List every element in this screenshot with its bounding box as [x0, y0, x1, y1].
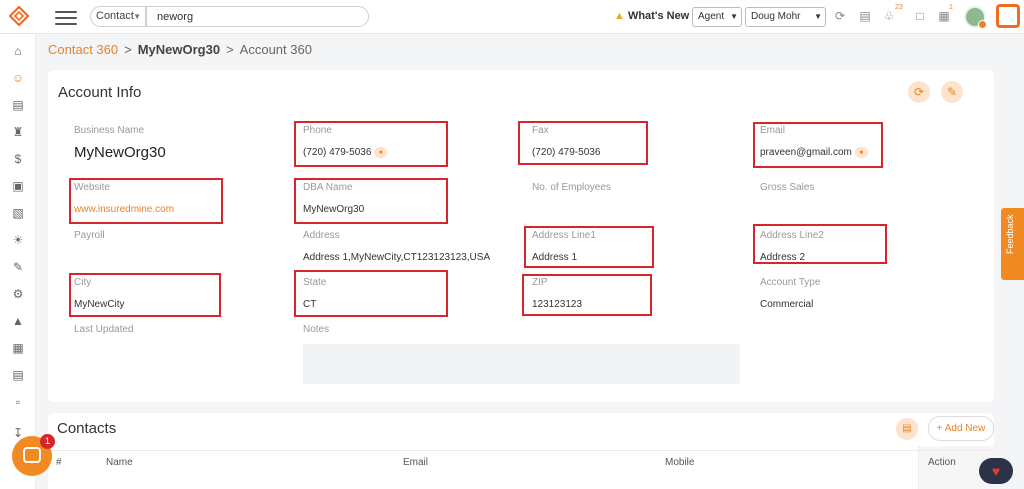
- file-icon[interactable]: ▧: [11, 206, 25, 220]
- breadcrumb-separator: >: [124, 42, 132, 57]
- highlight-city: [69, 273, 221, 317]
- building-icon[interactable]: ▦: [11, 341, 25, 355]
- notes-box: [303, 344, 740, 384]
- column-header-action: Action: [928, 457, 956, 468]
- add-new-button[interactable]: + Add New: [928, 416, 994, 441]
- sync-icon[interactable]: ⟳: [833, 9, 847, 23]
- gross-sales-label: Gross Sales: [760, 182, 815, 193]
- contacts-icon[interactable]: ☺: [11, 71, 25, 85]
- calendar-icon[interactable]: ▤: [896, 418, 918, 440]
- task-icon[interactable]: ▦: [937, 9, 951, 23]
- role-select[interactable]: Agent ▼: [692, 7, 742, 27]
- breadcrumb-separator: >: [226, 42, 234, 57]
- highlight-email: [753, 122, 883, 168]
- chat-badge: 1: [40, 434, 55, 449]
- bell-icon[interactable]: ♧: [882, 9, 896, 23]
- dollar-icon[interactable]: $: [11, 152, 25, 166]
- field-payroll: Payroll: [74, 230, 105, 252]
- contacts-section: Contacts ▤ + Add New # Name Email Mobile…: [48, 413, 994, 489]
- business-name-value: MyNewOrg30: [74, 144, 166, 161]
- column-header-email[interactable]: Email: [403, 457, 428, 468]
- user-select[interactable]: Doug Mohr ▼: [745, 7, 826, 27]
- account-type-value: Commercial: [760, 299, 814, 310]
- keyboard-icon[interactable]: ▫: [11, 395, 25, 409]
- logo-icon[interactable]: [9, 6, 29, 26]
- column-header-index: #: [56, 457, 62, 468]
- divider: [48, 450, 994, 451]
- edit-icon[interactable]: ✎: [941, 81, 963, 103]
- heart-icon[interactable]: ♥: [979, 458, 1013, 484]
- calendar-icon[interactable]: ▤: [858, 9, 872, 23]
- highlight-address-line2: [753, 224, 887, 264]
- column-header-mobile[interactable]: Mobile: [665, 457, 694, 468]
- no-of-employees-label: No. of Employees: [532, 182, 611, 193]
- search-context-label: Contact: [96, 10, 134, 22]
- address-label: Address: [303, 230, 340, 241]
- address-value: Address 1,MyNewCity,CT123123123,USA: [303, 252, 491, 263]
- breadcrumb: Contact 360 > MyNewOrg30 > Account 360: [48, 42, 312, 57]
- contacts-title: Contacts: [57, 420, 117, 437]
- search-input[interactable]: [146, 6, 369, 27]
- hierarchy-icon[interactable]: ▲: [11, 314, 25, 328]
- column-header-name[interactable]: Name: [106, 457, 133, 468]
- account-info-title: Account Info: [58, 84, 142, 101]
- menu-icon[interactable]: [55, 11, 77, 25]
- gear-icon[interactable]: ⚙: [11, 287, 25, 301]
- edit-doc-icon[interactable]: ✎: [11, 260, 25, 274]
- search-context-select[interactable]: Contact ▼: [90, 6, 146, 27]
- notification-count: 23: [895, 4, 903, 11]
- breadcrumb-contact360[interactable]: Contact 360: [48, 42, 118, 57]
- task-count: 1: [949, 4, 953, 11]
- highlight-website: [69, 178, 223, 224]
- top-bar: Contact ▼ ▲ What's New Agent ▼ Doug Mohr…: [0, 0, 1024, 34]
- field-business-name: Business Name MyNewOrg30: [74, 125, 166, 161]
- chevron-down-icon: ▼: [730, 12, 738, 21]
- bank-icon[interactable]: ♜: [11, 125, 25, 139]
- user-select-value: Doug Mohr: [751, 11, 801, 22]
- chevron-down-icon: ▼: [133, 12, 141, 21]
- document-icon[interactable]: ▤: [11, 98, 25, 112]
- whats-new-label: What's New: [627, 10, 690, 22]
- refresh-icon[interactable]: ⟳: [908, 81, 930, 103]
- sidebar: ⌂ ☺ ▤ ♜ $ ▣ ▧ ☀ ✎ ⚙ ▲ ▦ ▤ ▫ ↧: [0, 34, 36, 489]
- payroll-label: Payroll: [74, 230, 105, 241]
- feedback-label: Feedback: [1005, 214, 1015, 254]
- field-gross-sales: Gross Sales: [760, 182, 814, 204]
- chat-icon: [23, 447, 41, 463]
- chat-icon[interactable]: □: [913, 9, 927, 23]
- field-address: Address Address 1,MyNewCity,CT123123123,…: [303, 230, 490, 263]
- highlight-phone: [294, 121, 448, 167]
- account-type-label: Account Type: [760, 277, 821, 288]
- chevron-down-icon: ▼: [814, 12, 822, 21]
- highlight-address-line1: [524, 226, 654, 268]
- status-dot: [978, 20, 987, 29]
- notes-label: Notes: [303, 324, 330, 335]
- brand-logo-icon: [996, 4, 1020, 28]
- flame-icon: ▲: [614, 10, 625, 22]
- highlight-fax: [518, 121, 648, 165]
- highlight-zip: [522, 274, 652, 316]
- calendar-icon[interactable]: ▤: [11, 368, 25, 382]
- highlight-dba-name: [294, 178, 448, 224]
- report-icon[interactable]: ▣: [11, 179, 25, 193]
- field-last-updated: Last Updated: [74, 324, 134, 346]
- breadcrumb-account360: Account 360: [239, 42, 312, 57]
- whats-new-link[interactable]: ▲ What's New: [614, 10, 689, 22]
- field-notes: Notes: [303, 324, 329, 335]
- business-name-label: Business Name: [74, 125, 145, 136]
- home-icon[interactable]: ⌂: [11, 44, 25, 58]
- role-select-value: Agent: [698, 11, 725, 22]
- account-info-card: Account Info ⟳ ✎ Business Name MyNewOrg3…: [48, 70, 994, 402]
- last-updated-label: Last Updated: [74, 324, 134, 335]
- settings-icon[interactable]: ☀: [11, 233, 25, 247]
- field-account-type: Account Type Commercial: [760, 277, 820, 310]
- avatar[interactable]: [964, 6, 987, 29]
- breadcrumb-org[interactable]: MyNewOrg30: [138, 42, 220, 57]
- field-no-of-employees: No. of Employees: [532, 182, 611, 204]
- feedback-tab[interactable]: Feedback: [1001, 208, 1024, 280]
- highlight-state: [294, 270, 448, 317]
